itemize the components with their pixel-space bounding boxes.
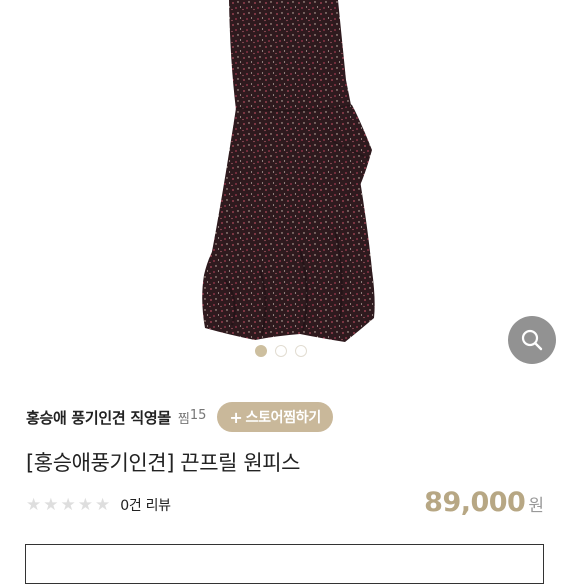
review-count[interactable]: 0건 리뷰 <box>120 495 171 515</box>
rating-stars: ★ ★ ★ ★ ★ <box>26 494 111 515</box>
store-favorite-label: 스토어찜하기 <box>245 410 321 426</box>
store-favorite-button[interactable]: + 스토어찜하기 <box>217 402 333 432</box>
star-icon: ★ <box>95 494 111 515</box>
star-icon: ★ <box>43 494 59 515</box>
product-photo <box>202 0 375 342</box>
likes-label: 찜 <box>177 411 190 427</box>
star-icon: ★ <box>26 494 42 515</box>
dress-bodice <box>229 0 352 110</box>
product-title: [홍승애풍기인견] 끈프릴 원피스 <box>26 451 301 475</box>
carousel-indicators <box>255 345 307 357</box>
product-image-gallery[interactable] <box>0 0 568 372</box>
store-info-row: 홍승애 풍기인견 직영몰 찜 15 + 스토어찜하기 <box>26 402 333 432</box>
star-icon: ★ <box>60 494 76 515</box>
store-name[interactable]: 홍승애 풍기인견 직영몰 <box>26 407 171 428</box>
carousel-dot-1[interactable] <box>255 345 267 357</box>
zoom-button[interactable] <box>508 316 556 364</box>
price-currency: 원 <box>528 496 544 516</box>
rating-row[interactable]: ★ ★ ★ ★ ★ 0건 리뷰 <box>26 493 171 517</box>
store-likes: 찜 15 <box>178 408 207 427</box>
star-icon: ★ <box>77 494 93 515</box>
review-count-value: 0건 <box>120 498 142 514</box>
plus-icon: + <box>229 407 243 427</box>
price-value: 89,000 <box>424 487 526 518</box>
likes-count: 15 <box>189 407 207 423</box>
carousel-dot-3[interactable] <box>295 345 307 357</box>
price: 89,000 원 <box>424 487 544 518</box>
review-label: 리뷰 <box>145 498 171 514</box>
carousel-dot-2[interactable] <box>275 345 287 357</box>
option-select-box[interactable] <box>25 544 544 584</box>
search-icon <box>521 329 543 351</box>
